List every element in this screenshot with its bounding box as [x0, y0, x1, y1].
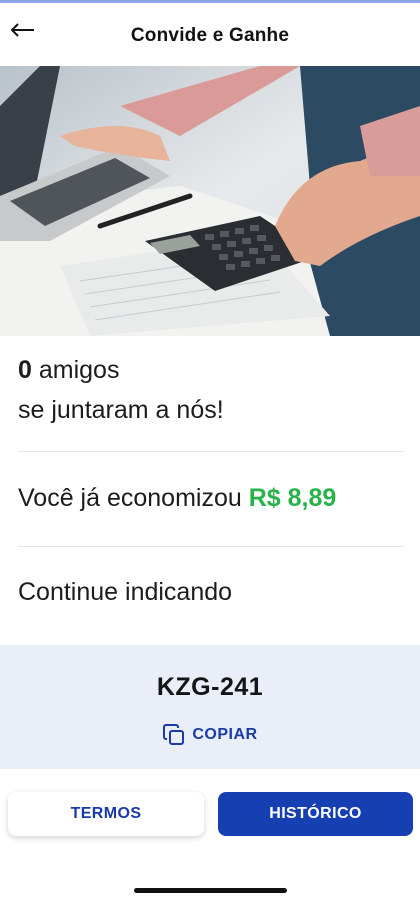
- friends-joined-text: 0 amigos se juntaram a nós!: [18, 350, 224, 430]
- friends-label: amigos: [38, 356, 120, 384]
- savings-label: Você já economizou: [18, 484, 242, 512]
- friends-count: 0: [18, 356, 32, 384]
- friends-subtitle: se juntaram a nós!: [18, 396, 224, 424]
- referral-code: KZG-241: [156, 673, 264, 701]
- keep-referring-text: Continue indicando: [18, 578, 233, 606]
- app-header: Convide e Ganhe: [0, 3, 420, 66]
- divider: [18, 546, 404, 547]
- savings-amount: R$ 8,89: [248, 484, 337, 512]
- hero-image: [0, 66, 420, 336]
- terms-button[interactable]: TERMOS: [8, 792, 204, 836]
- divider: [18, 451, 404, 452]
- referral-code-box: KZG-241 COPIAR: [0, 645, 420, 769]
- history-button[interactable]: HISTÓRICO: [218, 792, 413, 836]
- copy-button[interactable]: COPIAR: [0, 723, 420, 747]
- savings-text: Você já economizou R$ 8,89: [18, 484, 336, 513]
- copy-icon: [163, 724, 185, 745]
- home-indicator: [134, 888, 287, 893]
- page-title: Convide e Ganhe: [130, 25, 290, 46]
- copy-label: COPIAR: [192, 726, 258, 743]
